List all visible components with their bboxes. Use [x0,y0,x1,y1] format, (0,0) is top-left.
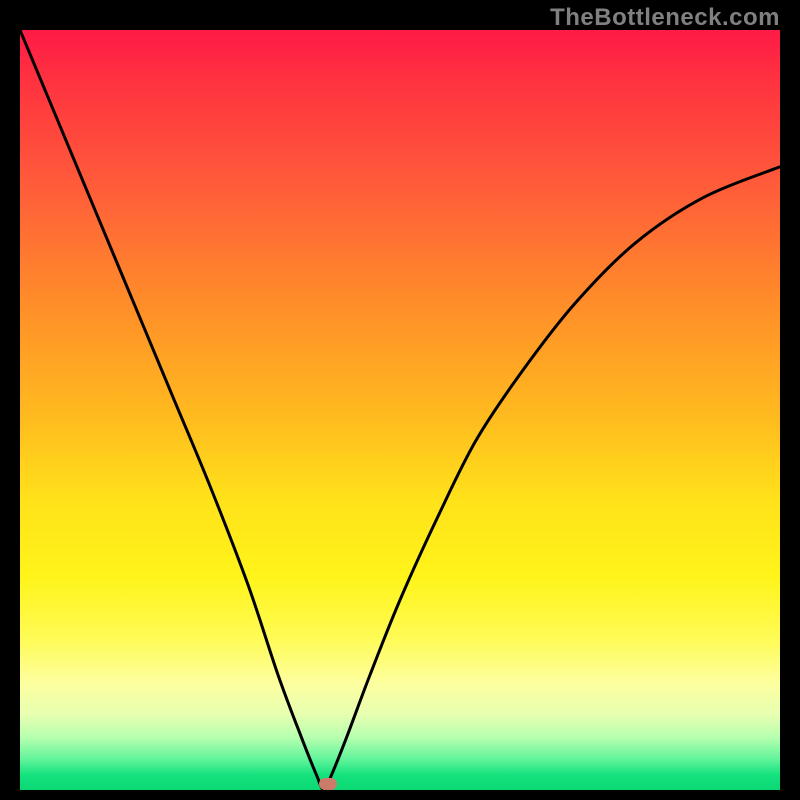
chart-container: TheBottleneck.com [0,0,800,800]
watermark-text: TheBottleneck.com [550,4,780,32]
minimum-marker [319,778,337,790]
bottleneck-curve [20,30,780,790]
plot-area [20,30,780,790]
